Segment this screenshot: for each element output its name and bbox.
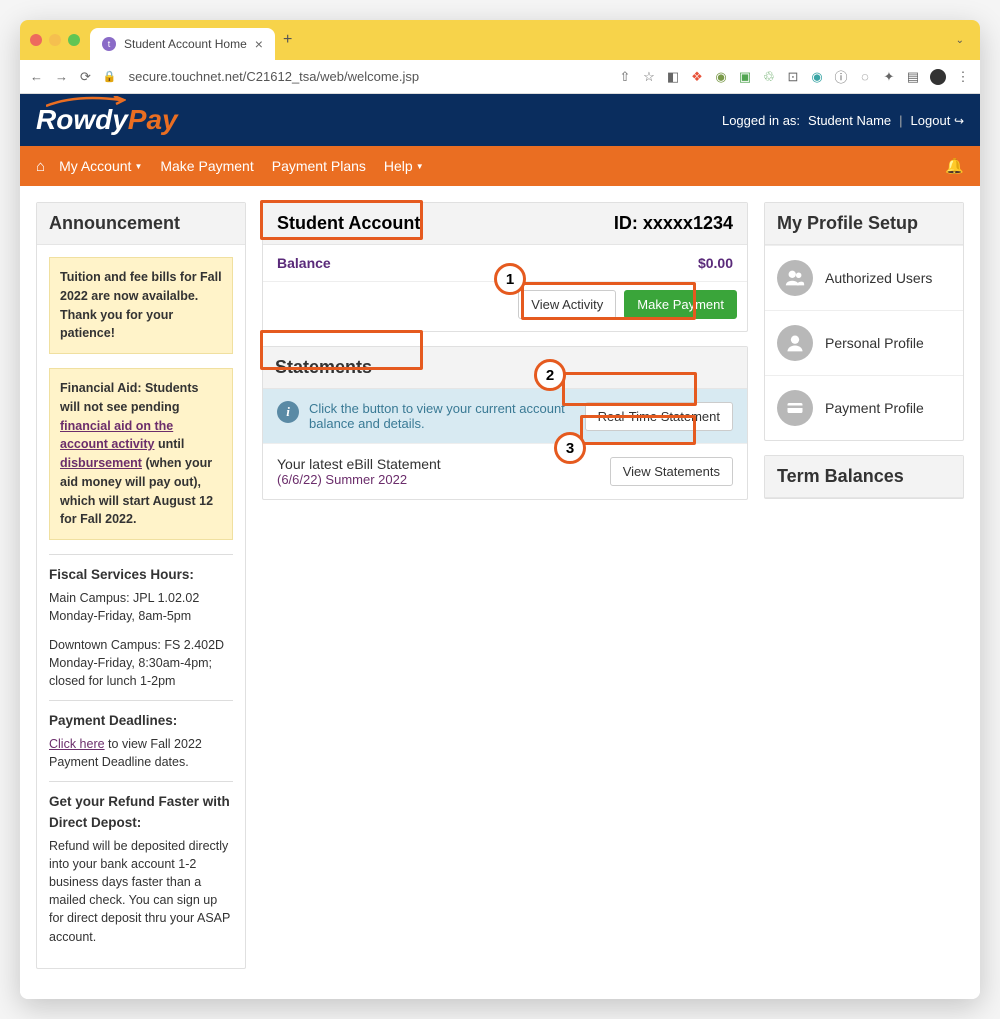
ext-icon[interactable]: ⓘ: [834, 67, 848, 86]
personal-profile-label: Personal Profile: [825, 335, 924, 351]
announcement-panel: Announcement Tuition and fee bills for F…: [36, 202, 246, 969]
ext-icon[interactable]: ▣: [738, 69, 752, 85]
star-icon[interactable]: ☆: [642, 69, 656, 85]
deadlines-title: Payment Deadlines:: [49, 711, 233, 731]
nav-payment-plans[interactable]: Payment Plans: [272, 158, 366, 174]
logout-icon: ↪: [954, 114, 964, 128]
avatar-icon[interactable]: [930, 69, 946, 85]
payment-profile-link[interactable]: Payment Profile: [765, 375, 963, 440]
realtime-statement-button[interactable]: Real-Time Statement: [585, 402, 733, 431]
lock-icon: 🔒: [103, 70, 117, 83]
authorized-users-label: Authorized Users: [825, 270, 932, 286]
window-controls: [30, 34, 80, 46]
student-id: ID: xxxxx1234: [614, 213, 733, 234]
payment-profile-label: Payment Profile: [825, 400, 924, 416]
nav-make-payment[interactable]: Make Payment: [160, 158, 253, 174]
tabs-chevron-icon[interactable]: ⌄: [956, 35, 970, 46]
browser-toolbar: ← → ⟳ 🔒 secure.touchnet.net/C21612_tsa/w…: [20, 60, 980, 94]
logo[interactable]: RowdyPay: [36, 104, 178, 136]
nav-help[interactable]: Help▼: [384, 158, 424, 174]
term-balances-panel: Term Balances: [764, 455, 964, 499]
profile-setup-panel: My Profile Setup Authorized Users Person…: [764, 202, 964, 441]
statements-info-text: Click the button to view your current ac…: [309, 401, 575, 431]
info-icon: i: [277, 401, 299, 423]
announcement-title: Announcement: [37, 203, 245, 245]
user-icon: [777, 325, 813, 361]
statements-title: Statements: [263, 347, 747, 389]
url-bar[interactable]: secure.touchnet.net/C21612_tsa/web/welco…: [129, 69, 606, 84]
card-icon: [777, 390, 813, 426]
profile-setup-title: My Profile Setup: [765, 203, 963, 245]
fiscal-hours-title: Fiscal Services Hours:: [49, 565, 233, 585]
disbursement-link[interactable]: disbursement: [60, 456, 142, 470]
forward-icon[interactable]: →: [55, 69, 68, 84]
nav-my-account[interactable]: My Account▼: [59, 158, 142, 174]
ext-icon[interactable]: ▤: [906, 69, 920, 85]
term-balances-title: Term Balances: [765, 456, 963, 498]
tab-favicon-icon: t: [102, 37, 116, 51]
caret-down-icon: ▼: [134, 162, 142, 171]
deadlines-link[interactable]: Click here: [49, 737, 105, 751]
back-icon[interactable]: ←: [30, 69, 43, 84]
caret-down-icon: ▼: [416, 162, 424, 171]
balance-amount: $0.00: [698, 255, 733, 271]
maximize-window-icon[interactable]: [68, 34, 80, 46]
tab-close-icon[interactable]: ×: [255, 36, 263, 52]
announcement-alert-2: Financial Aid: Students will not see pen…: [49, 368, 233, 540]
refund-text: Refund will be deposited directly into y…: [49, 837, 233, 946]
logged-in-prefix: Logged in as:: [722, 113, 800, 128]
ebill-date: (6/6/22) Summer 2022: [277, 472, 441, 487]
ext-icon[interactable]: ◉: [714, 69, 728, 85]
app-header: RowdyPay Logged in as: Student Name | Lo…: [20, 94, 980, 146]
ext-icon[interactable]: ⊡: [786, 69, 800, 85]
logo-text-2: Pay: [128, 104, 178, 135]
personal-profile-link[interactable]: Personal Profile: [765, 310, 963, 375]
share-icon[interactable]: ⇧: [618, 69, 632, 85]
announcement-alert-1: Tuition and fee bills for Fall 2022 are …: [49, 257, 233, 354]
main-nav: ⌂ My Account▼ Make Payment Payment Plans…: [20, 146, 980, 186]
menu-icon[interactable]: ⋮: [956, 69, 970, 85]
reload-icon[interactable]: ⟳: [80, 69, 91, 85]
view-activity-button[interactable]: View Activity: [518, 290, 616, 319]
browser-tab-bar: t Student Account Home × + ⌄: [20, 20, 980, 60]
deadlines-text: Click here to view Fall 2022 Payment Dea…: [49, 735, 233, 771]
user-name: Student Name: [808, 113, 891, 128]
header-separator: |: [899, 113, 902, 128]
minimize-window-icon[interactable]: [49, 34, 61, 46]
ext-icon[interactable]: ♲: [762, 69, 776, 85]
student-account-panel: Student Account ID: xxxxx1234 Balance $0…: [262, 202, 748, 332]
logo-swoosh-icon: [46, 96, 126, 108]
browser-tab[interactable]: t Student Account Home ×: [90, 28, 275, 60]
fiscal-hours-line1: Main Campus: JPL 1.02.02 Monday-Friday, …: [49, 589, 233, 625]
refund-title: Get your Refund Faster with Direct Depos…: [49, 792, 233, 833]
ebill-title: Your latest eBill Statement: [277, 456, 441, 472]
ext-icon[interactable]: ❖: [690, 69, 704, 85]
users-icon: [777, 260, 813, 296]
ext-icon[interactable]: ◉: [810, 69, 824, 85]
notifications-icon[interactable]: 🔔: [945, 157, 964, 175]
home-icon[interactable]: ⌂: [36, 158, 45, 175]
balance-label: Balance: [277, 255, 331, 271]
ext-icon[interactable]: ◧: [666, 69, 680, 85]
close-window-icon[interactable]: [30, 34, 42, 46]
puzzle-icon[interactable]: ✦: [882, 69, 896, 85]
statements-panel: Statements i Click the button to view yo…: [262, 346, 748, 500]
logout-link[interactable]: Logout ↪: [911, 113, 964, 128]
view-statements-button[interactable]: View Statements: [610, 457, 733, 486]
fiscal-hours-line2: Downtown Campus: FS 2.402D Monday-Friday…: [49, 636, 233, 690]
student-account-title: Student Account: [277, 213, 420, 234]
make-payment-button[interactable]: Make Payment: [624, 290, 737, 319]
tab-title: Student Account Home: [124, 37, 247, 51]
authorized-users-link[interactable]: Authorized Users: [765, 245, 963, 310]
statements-info-banner: i Click the button to view your current …: [263, 389, 747, 443]
extension-icons: ⇧ ☆ ◧ ❖ ◉ ▣ ♲ ⊡ ◉ ⓘ ◌ ✦ ▤ ⋮: [618, 67, 970, 86]
logo-text-1: Rowdy: [36, 104, 128, 135]
ext-icon[interactable]: ◌: [858, 69, 872, 84]
new-tab-icon[interactable]: +: [283, 31, 292, 49]
